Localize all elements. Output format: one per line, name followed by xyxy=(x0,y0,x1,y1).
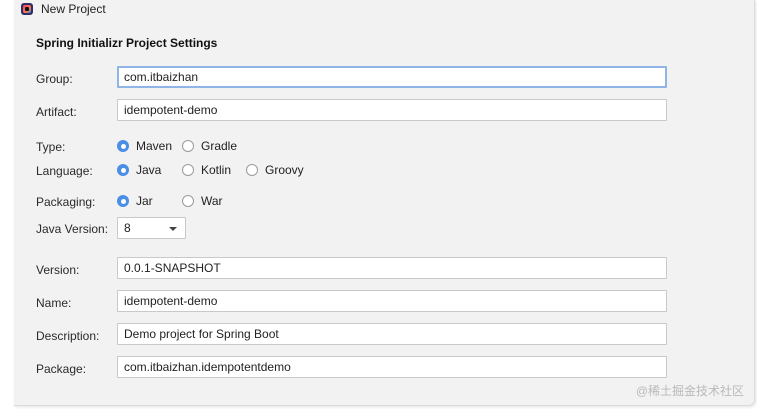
language-option-label: Java xyxy=(136,163,162,177)
description-label: Description: xyxy=(36,329,100,343)
intellij-app-icon xyxy=(21,3,33,15)
packaging-option-label: Jar xyxy=(136,194,153,208)
java-version-label: Java Version: xyxy=(36,222,109,236)
version-input[interactable]: 0.0.1-SNAPSHOT xyxy=(117,257,667,279)
packaging-option-label: War xyxy=(201,194,223,208)
language-option-label: Groovy xyxy=(265,163,304,177)
window-title: New Project xyxy=(41,2,106,16)
radio-unchecked-icon xyxy=(182,164,194,176)
group-input[interactable]: com.itbaizhan xyxy=(117,66,667,88)
language-label: Language: xyxy=(36,164,93,178)
version-label: Version: xyxy=(36,263,80,277)
artifact-label: Artifact: xyxy=(36,105,77,119)
artifact-input[interactable]: idempotent-demo xyxy=(117,99,667,121)
package-input[interactable]: com.itbaizhan.idempotentdemo xyxy=(117,356,667,378)
chevron-down-icon xyxy=(169,227,177,231)
group-label: Group: xyxy=(36,72,73,86)
packaging-label: Packaging: xyxy=(36,195,96,209)
type-option-label: Gradle xyxy=(201,139,238,153)
java-version-value: 8 xyxy=(124,221,131,235)
radio-checked-icon xyxy=(117,195,129,207)
package-label: Package: xyxy=(36,362,87,376)
watermark: @稀土掘金技术社区 xyxy=(635,384,744,398)
new-project-dialog: New Project Spring Initializr Project Se… xyxy=(14,0,755,406)
type-label: Type: xyxy=(36,140,66,154)
type-option-label: Maven xyxy=(136,139,173,153)
radio-checked-icon xyxy=(117,164,129,176)
description-input[interactable]: Demo project for Spring Boot xyxy=(117,323,667,345)
section-title: Spring Initializr Project Settings xyxy=(36,36,218,50)
java-version-select[interactable]: 8 xyxy=(117,217,186,239)
name-label: Name: xyxy=(36,296,72,310)
radio-unchecked-icon xyxy=(246,164,258,176)
radio-unchecked-icon xyxy=(182,195,194,207)
language-option-label: Kotlin xyxy=(201,163,232,177)
radio-checked-icon xyxy=(117,140,129,152)
radio-unchecked-icon xyxy=(182,140,194,152)
name-input[interactable]: idempotent-demo xyxy=(117,290,667,312)
title-bar: New Project xyxy=(14,0,754,20)
